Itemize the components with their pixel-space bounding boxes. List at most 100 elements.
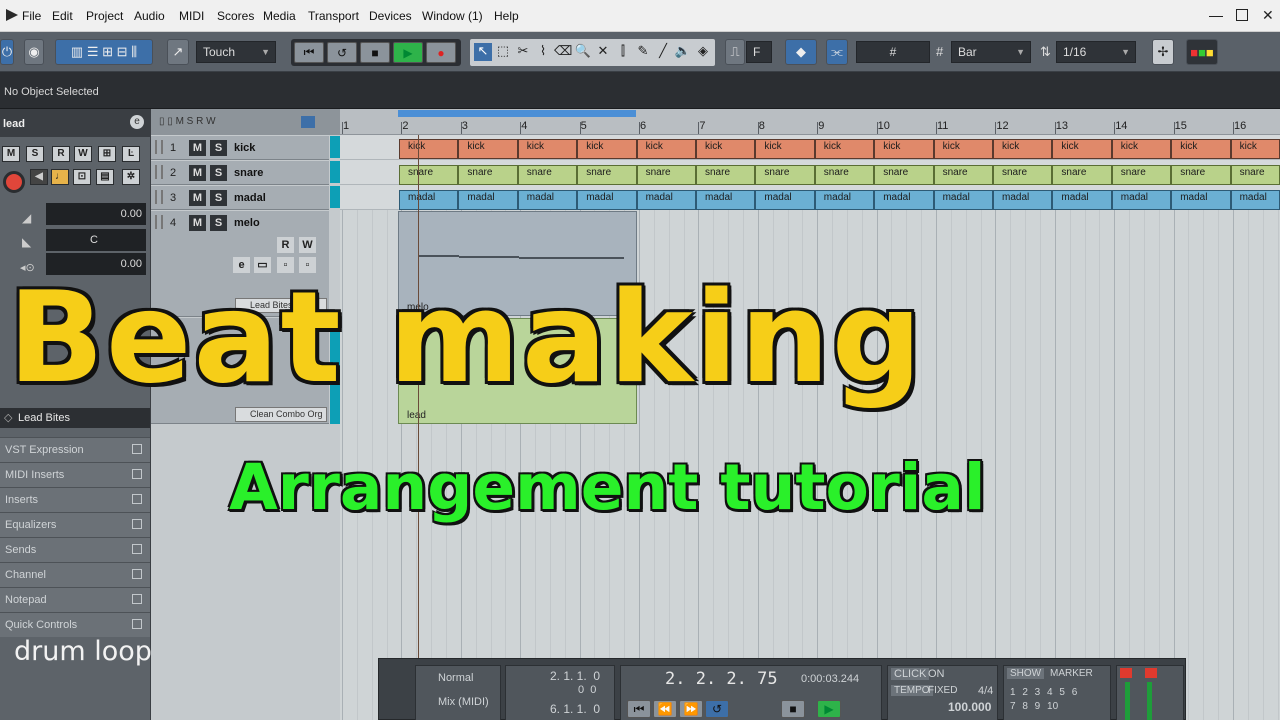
inspector-header[interactable]: lead e (0, 109, 150, 137)
autoscroll-icon[interactable]: ⎍ (725, 39, 745, 65)
edit-instrument-icon[interactable]: e (130, 115, 144, 129)
event-snare[interactable]: snare (636, 165, 696, 185)
freeze-icon[interactable]: ⊡ (73, 169, 91, 185)
object-selection-icon[interactable]: ↖ (474, 43, 492, 61)
comp-icon[interactable]: ⫿ (614, 43, 632, 61)
play-icon[interactable]: ▶ (393, 42, 423, 63)
event-madal[interactable]: madal (577, 190, 637, 210)
app-icon[interactable] (6, 9, 18, 21)
automation-icon[interactable]: ↗ (167, 39, 189, 65)
event-madal[interactable]: madal (993, 190, 1053, 210)
close-icon[interactable]: ✕ (1262, 7, 1276, 23)
mix-mode[interactable]: Mix (MIDI) (438, 696, 489, 708)
grid-type-select[interactable]: # (856, 41, 930, 63)
event-kick[interactable]: kick (577, 139, 637, 159)
project-cursor[interactable] (418, 135, 419, 720)
event-kick[interactable]: kick (993, 139, 1053, 159)
activate-project-icon[interactable]: ⏻ (0, 39, 14, 65)
stop-icon[interactable]: ■ (360, 42, 390, 63)
section-notepad[interactable]: Notepad (0, 587, 150, 612)
event-kick[interactable]: kick (517, 139, 578, 159)
track-name[interactable]: snare (234, 167, 263, 179)
event-kick[interactable]: kick (755, 139, 815, 159)
track-madal[interactable]: 3 M S madal (151, 186, 329, 210)
section-midi-inserts[interactable]: MIDI Inserts (0, 462, 150, 487)
event-kick[interactable]: kick (1230, 139, 1280, 159)
play-tool-icon[interactable]: 🔈 (674, 43, 692, 61)
menu-edit[interactable]: Edit (52, 9, 73, 23)
event-madal[interactable]: madal (874, 190, 934, 210)
record-icon[interactable]: ● (426, 42, 456, 63)
event-madal[interactable]: madal (399, 190, 459, 210)
track-solo-button[interactable]: S (210, 165, 227, 181)
cycle-icon[interactable]: ↺ (327, 42, 357, 63)
minimize-icon[interactable] (1209, 7, 1223, 17)
mute-icon[interactable]: ✕ (594, 43, 612, 61)
lane-icon[interactable]: Ŀ (122, 146, 140, 162)
section-sends[interactable]: Sends (0, 537, 150, 562)
go-to-start-icon[interactable]: ⏮ (294, 42, 324, 63)
event-madal[interactable]: madal (1171, 190, 1231, 210)
menu-file[interactable]: File (22, 9, 41, 23)
menu-media[interactable]: Media (263, 9, 296, 23)
erase-icon[interactable]: ⌫ (554, 43, 572, 61)
left-locator[interactable]: 2. 1. 1. 0 (550, 669, 600, 683)
loop-range[interactable] (398, 110, 636, 117)
event-kick[interactable]: kick (874, 139, 934, 159)
event-kick[interactable]: kick (1111, 139, 1172, 159)
tempo-label[interactable]: TEMPO (891, 685, 933, 696)
track-solo-button[interactable]: S (210, 190, 227, 206)
forward-icon[interactable]: ⏩ (679, 700, 703, 718)
menu-transport[interactable]: Transport (308, 9, 359, 23)
menu-devices[interactable]: Devices (369, 9, 412, 23)
track-mute-button[interactable]: M (189, 215, 206, 231)
window-layout-icon[interactable]: ▥ ☰ ⊞ ⊟ ⫼ (55, 39, 153, 65)
automation-mode-select[interactable]: Touch ▼ (196, 41, 276, 63)
stop-icon[interactable]: ■ (781, 700, 805, 718)
menu-project[interactable]: Project (86, 9, 123, 23)
rewind-icon[interactable]: ⏪ (653, 700, 677, 718)
event-madal[interactable]: madal (1230, 190, 1280, 210)
menu-midi[interactable]: MIDI (179, 9, 204, 23)
track-mute-button[interactable]: M (189, 140, 206, 156)
track-solo-button[interactable]: S (210, 140, 227, 156)
play-icon[interactable]: ▶ (817, 700, 841, 718)
solo-button[interactable]: S (26, 146, 44, 162)
event-madal[interactable]: madal (1111, 190, 1172, 210)
line-icon[interactable]: ╱ (654, 43, 672, 61)
event-madal[interactable]: madal (933, 190, 993, 210)
track-color-icon[interactable] (301, 116, 315, 128)
track-list-buttons[interactable]: ▯ ▯ M S R W (159, 116, 216, 127)
event-madal[interactable]: madal (755, 190, 815, 210)
event-snare[interactable]: snare (1171, 165, 1231, 185)
track-snare[interactable]: 2 M S snare (151, 161, 329, 185)
position-time[interactable]: 0:00:03.244 (801, 673, 859, 685)
go-to-start-icon[interactable]: ⏮ (627, 700, 651, 718)
mute-button[interactable]: M (2, 146, 20, 162)
menu-help[interactable]: Help (494, 9, 519, 23)
event-snare[interactable]: snare (399, 165, 459, 185)
clip-indicator[interactable] (1120, 668, 1132, 678)
snap-icon[interactable]: ◆ (785, 39, 817, 65)
event-kick[interactable]: kick (636, 139, 696, 159)
event-snare[interactable]: snare (577, 165, 637, 185)
clip-indicator[interactable] (1145, 668, 1157, 678)
event-kick[interactable]: kick (933, 139, 993, 159)
maximize-icon[interactable] (1236, 9, 1248, 21)
constrain-delay-icon[interactable]: ◉ (24, 39, 44, 65)
drum-map-icon[interactable]: ▤ (96, 169, 114, 185)
glue-icon[interactable]: ⌇ (534, 43, 552, 61)
event-snare[interactable]: snare (933, 165, 993, 185)
pan-value[interactable]: C (46, 229, 146, 251)
color-tool-icon[interactable]: ◈ (694, 43, 712, 61)
write-automation-button[interactable]: W (74, 146, 92, 162)
track-mute-button[interactable]: M (189, 190, 206, 206)
section-vst-expression[interactable]: VST Expression (0, 437, 150, 462)
event-kick[interactable]: kick (1052, 139, 1112, 159)
event-madal[interactable]: madal (696, 190, 756, 210)
read-automation-button[interactable]: R (52, 146, 70, 162)
iterative-quantize-icon[interactable]: ✢ (1152, 39, 1174, 65)
tempo-value[interactable]: 100.000 (948, 700, 991, 714)
event-snare[interactable]: snare (814, 165, 875, 185)
event-madal[interactable]: madal (636, 190, 696, 210)
